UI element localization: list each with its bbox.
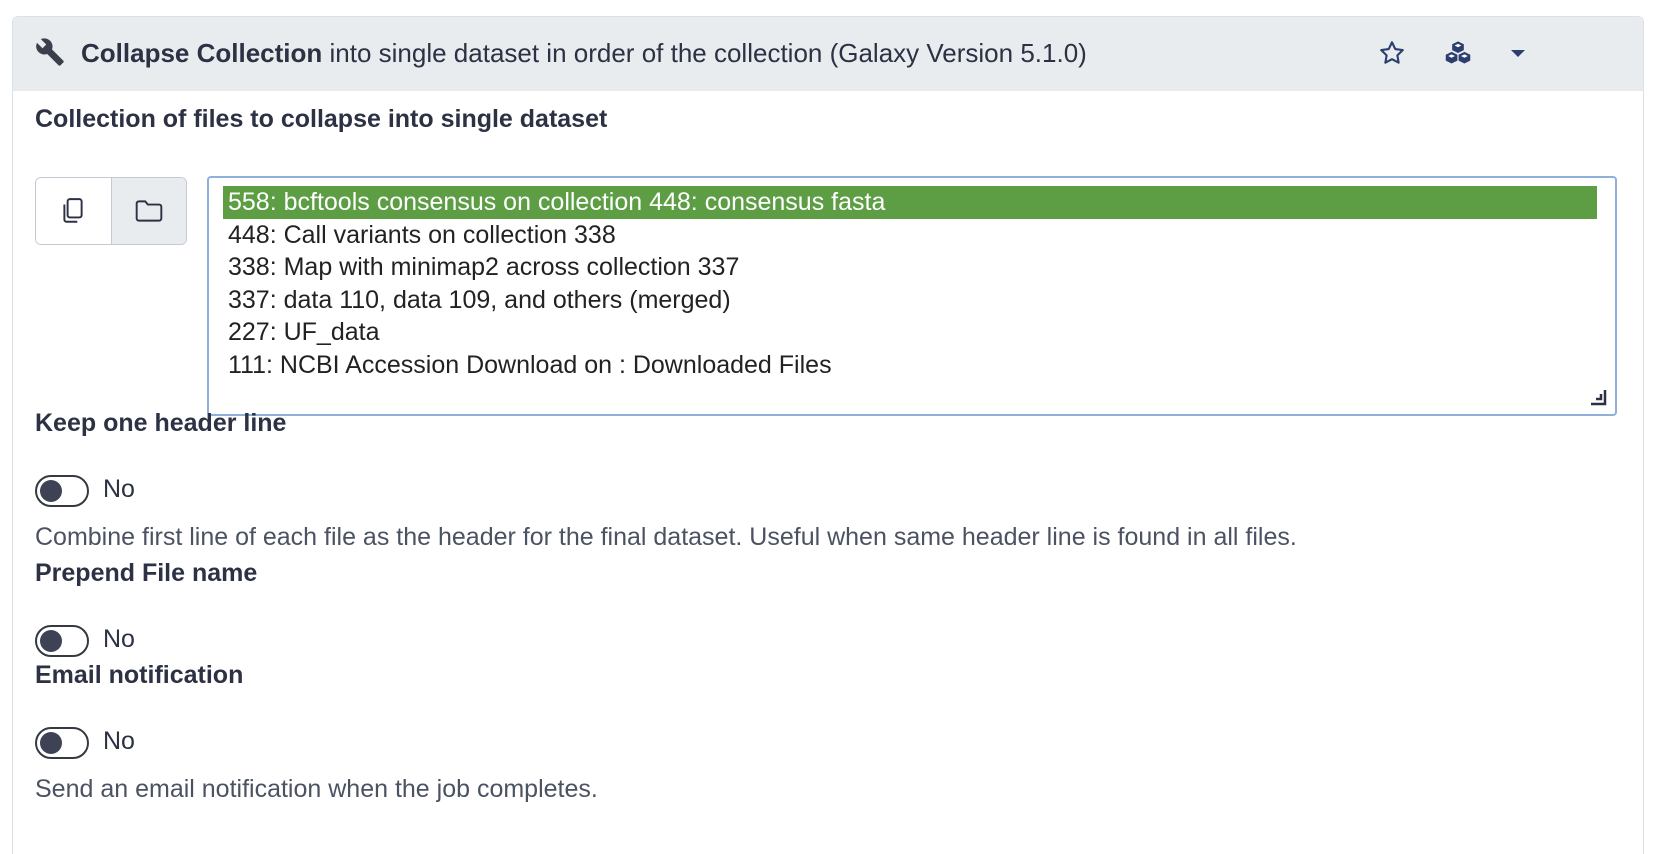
tool-header: Collapse Collection into single dataset … [13,17,1643,91]
email-notification-toggle[interactable] [35,727,89,759]
tool-name: Collapse Collection [81,38,323,68]
multiple-datasets-button[interactable] [36,178,112,244]
prepend-filename-label: Prepend File name [35,559,258,587]
tool-options-dropdown[interactable] [1500,35,1536,71]
collection-option[interactable]: 558: bcftools consensus on collection 44… [223,186,1597,219]
tool-versions-button[interactable] [1440,35,1476,71]
keep-header-value: No [103,475,135,503]
tool-title: Collapse Collection into single dataset … [81,35,1087,71]
collection-option[interactable]: 111: NCBI Accession Download on : Downlo… [223,349,1597,382]
wrench-icon [36,38,64,66]
collection-option[interactable]: 337: data 110, data 109, and others (mer… [223,284,1597,317]
email-notification-value: No [103,727,135,755]
toggle-knob [40,630,62,652]
collection-select[interactable]: 558: bcftools consensus on collection 44… [207,176,1617,416]
email-notification-label: Email notification [35,661,244,689]
copy-icon [63,198,83,223]
resize-handle-icon[interactable] [1587,386,1609,408]
tool-form-panel: Collapse Collection into single dataset … [12,16,1644,854]
email-notification-help: Send an email notification when the job … [35,775,598,803]
keep-header-toggle[interactable] [35,475,89,507]
collection-option[interactable]: 227: UF_data [223,316,1597,349]
keep-header-help: Combine first line of each file as the h… [35,523,1297,551]
input-source-buttons [35,177,187,245]
toggle-knob [40,480,62,502]
prepend-filename-value: No [103,625,135,653]
keep-header-label: Keep one header line [35,409,287,437]
caret-down-icon [1511,50,1525,57]
toggle-knob [40,732,62,754]
star-icon [1380,41,1404,64]
tool-description: into single dataset in order of the coll… [329,38,1087,68]
dataset-collection-button[interactable] [111,178,186,244]
collection-option[interactable]: 448: Call variants on collection 338 [223,219,1597,252]
favorite-button[interactable] [1374,35,1410,71]
prepend-filename-toggle[interactable] [35,625,89,657]
cubes-icon [1445,41,1471,64]
collection-option[interactable]: 338: Map with minimap2 across collection… [223,251,1597,284]
folder-icon [135,200,163,222]
collection-label: Collection of files to collapse into sin… [35,105,608,133]
